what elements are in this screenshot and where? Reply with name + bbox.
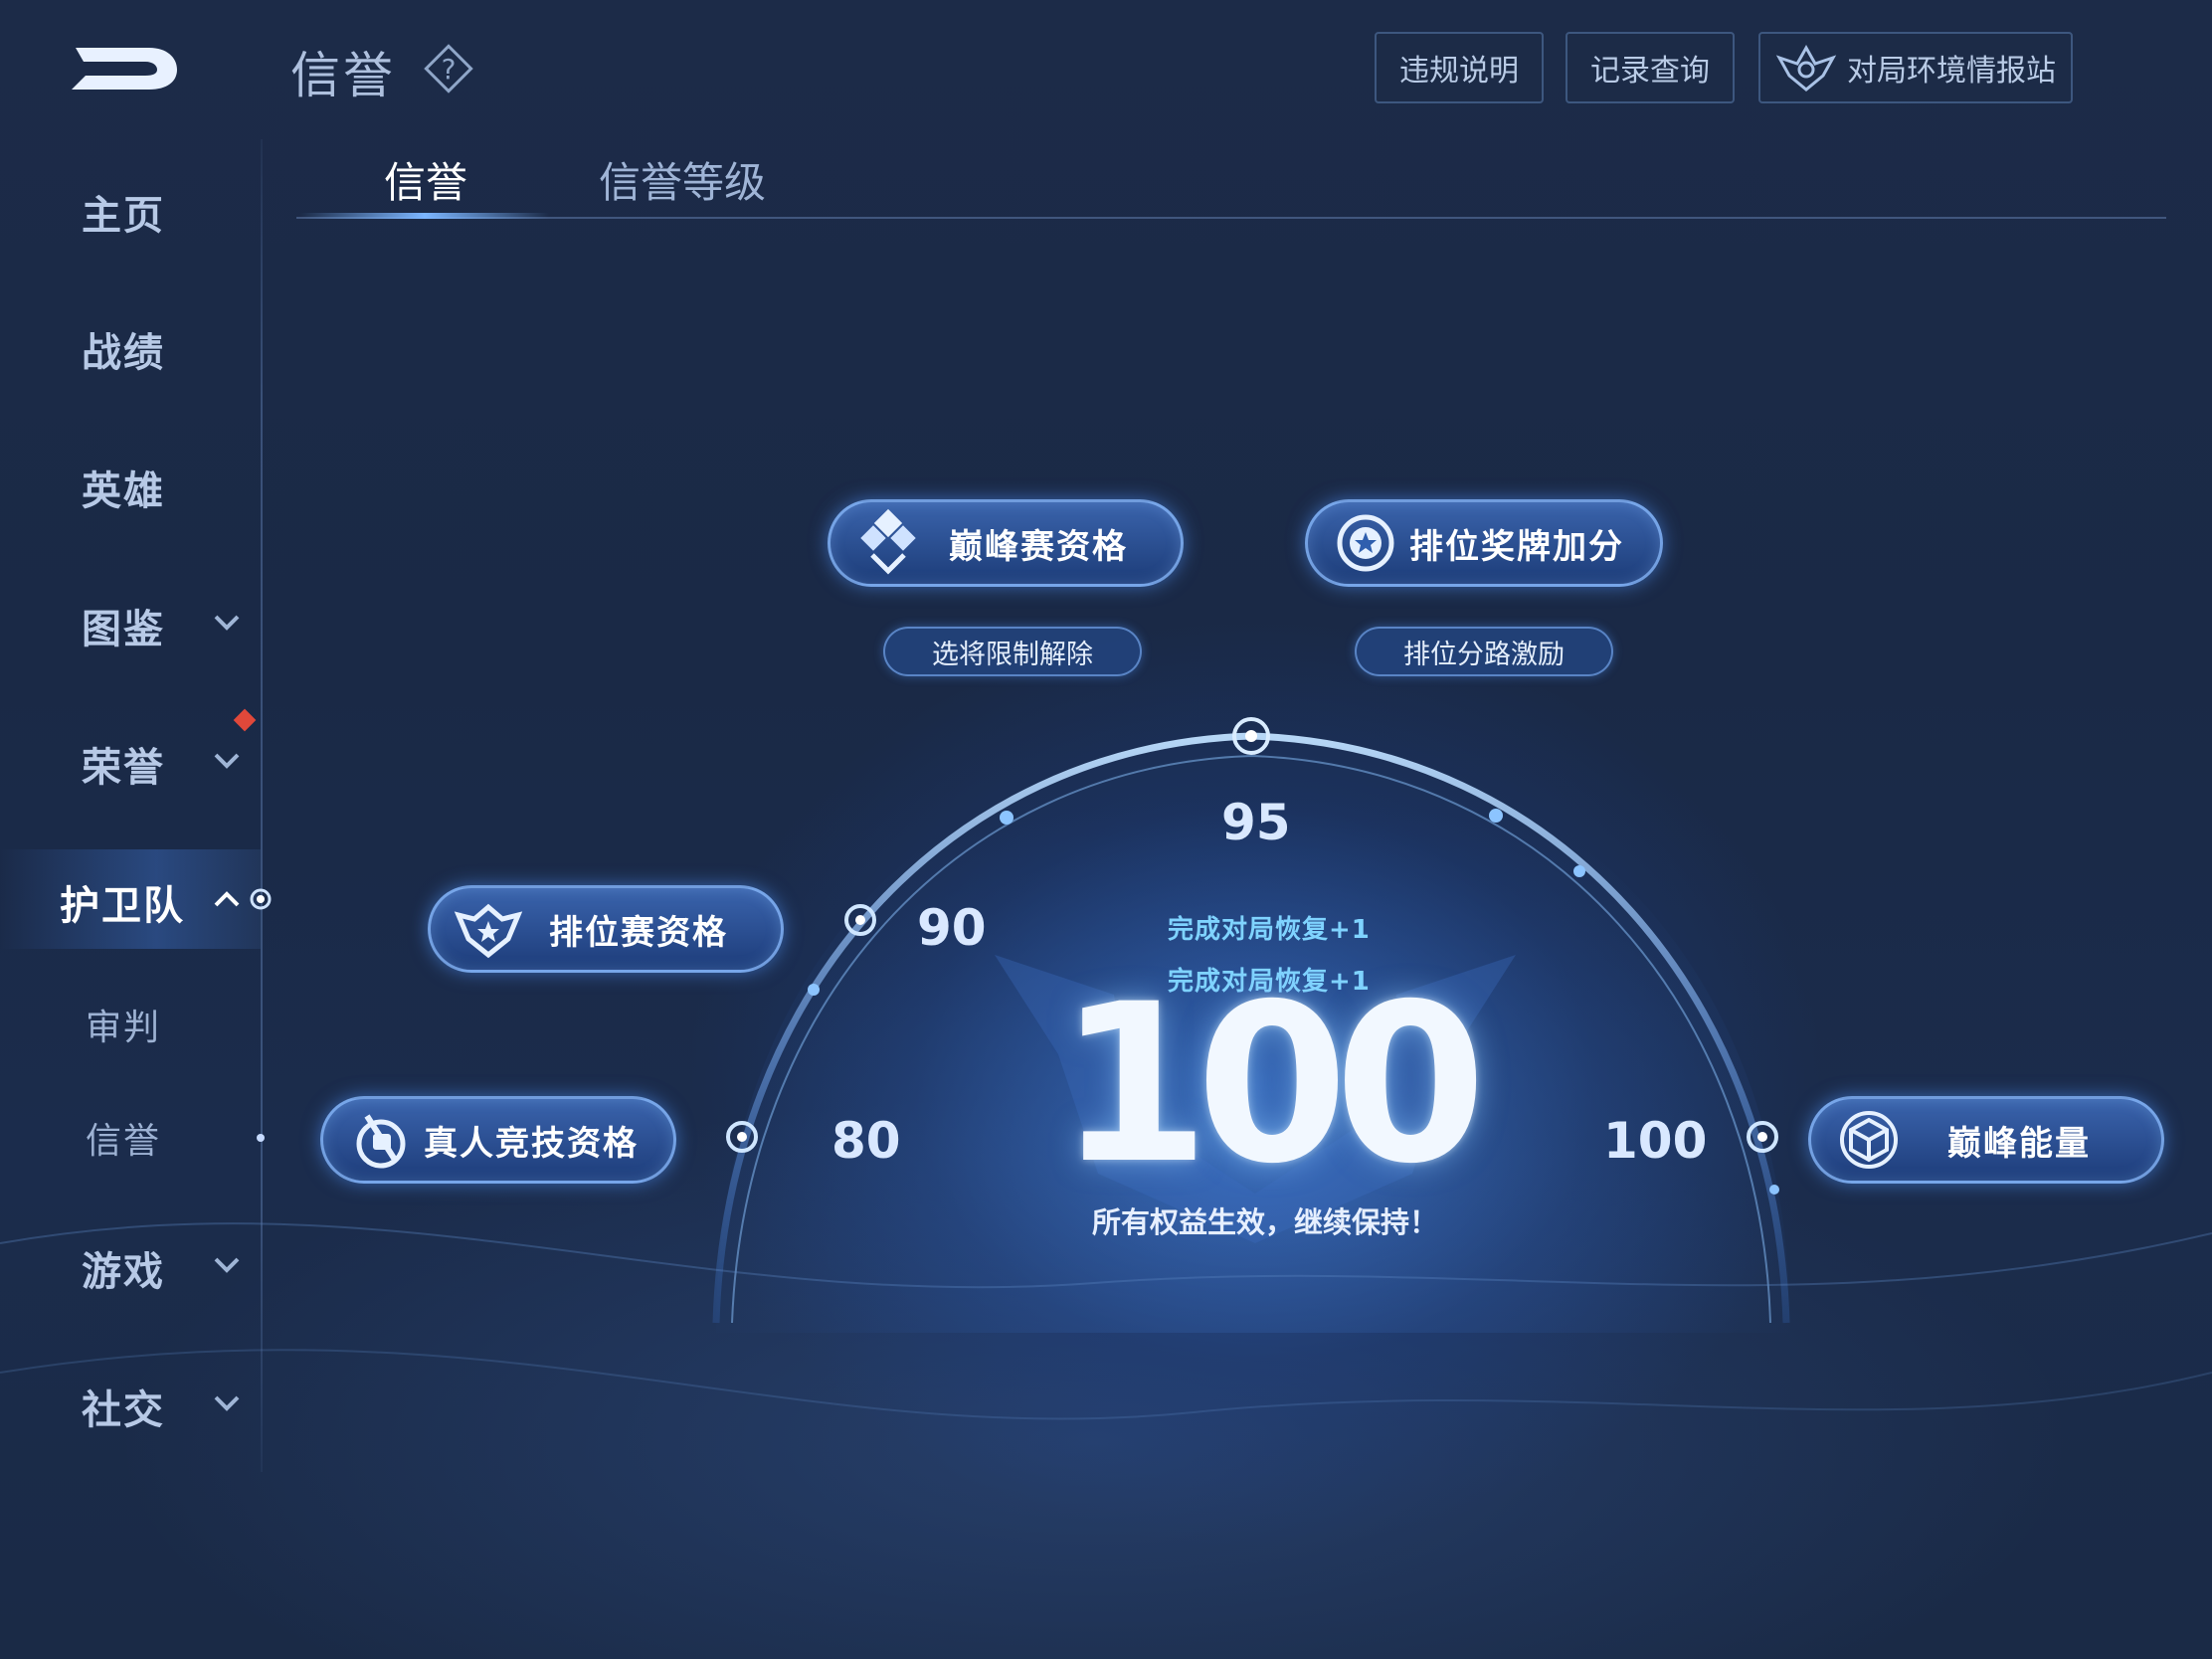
sidebar-item-honor[interactable]: 荣誉 [0, 711, 261, 811]
sidebar-item-guardian[interactable]: 护卫队 [0, 849, 272, 949]
sidebar-item-record[interactable]: 战绩 [0, 296, 261, 396]
chevron-down-icon [214, 753, 240, 769]
sidebar-item-credit[interactable]: 信誉 [0, 1088, 265, 1188]
sidebar-item-social[interactable]: 社交 [0, 1354, 261, 1453]
rank-medal-bonus-pill[interactable]: 排位奖牌加分 [1305, 499, 1663, 587]
chevron-up-icon [214, 891, 240, 907]
peak-energy-pill[interactable]: 巅峰能量 [1808, 1096, 2164, 1184]
credit-gauge-art [0, 717, 2212, 1420]
sidebar-item-heroes[interactable]: 英雄 [0, 435, 261, 534]
threshold-100: 100 [1603, 1112, 1708, 1170]
chevron-down-icon [214, 1257, 240, 1273]
back-arrow-icon [72, 48, 177, 90]
tab-credit-level[interactable]: 信誉等级 [599, 149, 766, 219]
match-env-station-button[interactable]: 对局环境情报站 [1758, 32, 2073, 103]
crystal-icon [860, 508, 916, 575]
active-indicator-icon [250, 888, 272, 910]
record-query-button[interactable]: 记录查询 [1566, 32, 1735, 103]
violation-info-button[interactable]: 违规说明 [1375, 32, 1544, 103]
cube-icon [1840, 1111, 1898, 1169]
plug-icon [356, 1114, 406, 1169]
pick-restriction-lifted-pill[interactable]: 选将限制解除 [883, 627, 1142, 676]
rank-lane-incentive-pill[interactable]: 排位分路激励 [1355, 627, 1613, 676]
credit-score: 100 [1057, 957, 1486, 1211]
page-title: 信誉 [290, 47, 396, 104]
shield-star-icon [454, 903, 523, 959]
credit-status-message: 所有权益生效，继续保持！ [1091, 1205, 1438, 1239]
back-button[interactable] [66, 36, 183, 95]
sub-item-dot [257, 1134, 265, 1142]
threshold-80: 80 [831, 1112, 901, 1170]
sidebar-item-codex[interactable]: 图鉴 [0, 573, 261, 672]
sidebar-item-game[interactable]: 游戏 [0, 1215, 261, 1315]
peak-qualification-pill[interactable]: 巅峰赛资格 [828, 499, 1184, 587]
svg-text:?: ? [442, 53, 457, 86]
guardian-emblem-icon [1775, 44, 1837, 92]
medal-star-icon [1337, 514, 1394, 572]
recovery-line: 完成对局恢复+1 [1168, 915, 1371, 945]
sidebar-item-home[interactable]: 主页 [0, 159, 261, 259]
help-icon[interactable]: ? [422, 42, 475, 95]
chevron-down-icon [214, 615, 240, 631]
ranked-qualification-pill[interactable]: 排位赛资格 [428, 885, 784, 973]
sidebar-divider [261, 139, 263, 1472]
tab-divider [296, 217, 2166, 219]
real-person-match-pill[interactable]: 真人竞技资格 [320, 1096, 676, 1184]
sidebar-item-judgment[interactable]: 审判 [0, 975, 261, 1074]
chevron-down-icon [214, 1395, 240, 1411]
threshold-95: 95 [1221, 794, 1291, 851]
threshold-90: 90 [917, 899, 987, 957]
tab-credit[interactable]: 信誉 [384, 149, 467, 219]
